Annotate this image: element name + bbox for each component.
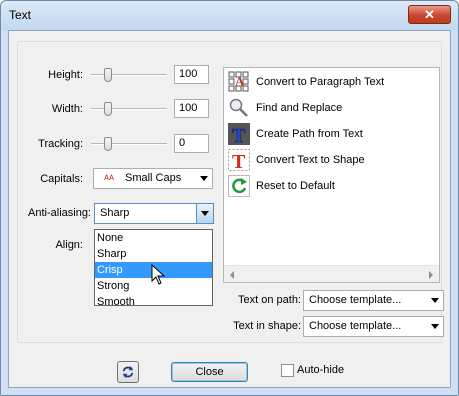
mouse-cursor-icon [151, 264, 166, 285]
svg-text:T: T [232, 151, 246, 171]
svg-text:T: T [232, 125, 246, 145]
height-slider-thumb[interactable] [104, 68, 112, 82]
autohide-checkbox[interactable] [281, 364, 294, 377]
text-in-shape-label: Text in shape: [233, 320, 301, 332]
tracking-slider[interactable] [91, 137, 167, 151]
scroll-left-icon[interactable] [230, 271, 234, 279]
tracking-slider-thumb[interactable] [104, 137, 112, 151]
tracking-input[interactable]: 0 [174, 134, 209, 153]
dropdown-option-smooth[interactable]: Smooth [95, 294, 212, 310]
chevron-down-icon [431, 298, 439, 303]
antialiasing-select[interactable]: Sharp [94, 203, 214, 224]
chevron-down-icon [431, 324, 439, 329]
command-label: Convert to Paragraph Text [256, 76, 385, 88]
capitals-label: Capitals: [40, 173, 83, 185]
antialiasing-value: Sharp [100, 207, 130, 219]
dropdown-option-none[interactable]: None [95, 230, 212, 246]
small-caps-icon: ᴀᴀ [104, 172, 114, 183]
window-title: Text [9, 8, 32, 22]
path-from-text-icon: T [228, 123, 250, 145]
text-on-path-select[interactable]: Choose template... [303, 290, 444, 311]
scroll-right-icon[interactable] [429, 271, 433, 279]
refresh-icon [122, 365, 134, 379]
close-button[interactable]: Close [171, 362, 248, 382]
width-slider[interactable] [91, 102, 167, 116]
text-on-path-value: Choose template... [309, 294, 402, 306]
window-close-button[interactable]: ✕ [408, 5, 451, 24]
dropdown-option-sharp[interactable]: Sharp [95, 246, 212, 262]
width-slider-track [91, 108, 167, 110]
chevron-down-icon [200, 176, 208, 181]
chevron-down-icon[interactable] [196, 204, 213, 223]
text-in-shape-select[interactable]: Choose template... [303, 316, 444, 337]
tracking-label: Tracking: [38, 138, 83, 150]
capitals-select[interactable]: ᴀᴀ Small Caps [93, 168, 213, 189]
svg-text:A: A [235, 74, 245, 89]
height-label: Height: [48, 69, 83, 81]
command-label: Reset to Default [256, 180, 335, 192]
text-in-shape-value: Choose template... [309, 320, 402, 332]
height-slider-track [91, 74, 167, 76]
title-bar[interactable]: Text ✕ [1, 1, 458, 30]
command-label: Find and Replace [256, 102, 343, 114]
refresh-button[interactable] [117, 361, 139, 383]
dialog-client-area: Height: 100 Width: 100 Tracking: 0 Capit… [8, 30, 451, 388]
autohide-label[interactable]: Auto-hide [297, 364, 344, 376]
antialiasing-label: Anti-aliasing: [28, 207, 91, 219]
text-dialog-window: Text ✕ Height: 100 Width: 100 Tracking: … [0, 0, 459, 396]
width-slider-thumb[interactable] [104, 102, 112, 116]
capitals-value: Small Caps [125, 172, 182, 184]
horizontal-scrollbar[interactable] [224, 265, 439, 282]
command-label: Convert Text to Shape [256, 154, 365, 166]
text-to-shape-icon: T [228, 149, 250, 171]
text-on-path-label: Text on path: [238, 294, 301, 306]
magnifier-icon [229, 98, 248, 117]
command-label: Create Path from Text [256, 128, 363, 140]
width-input[interactable]: 100 [174, 99, 209, 118]
reset-icon [228, 175, 250, 197]
align-label: Align: [55, 239, 83, 251]
paragraph-text-icon: A [228, 71, 249, 92]
width-label: Width: [51, 103, 83, 115]
command-list: A Convert to Paragraph Text Find and Rep… [223, 67, 440, 283]
tracking-slider-track [91, 143, 167, 145]
height-input[interactable]: 100 [174, 65, 209, 84]
height-slider[interactable] [91, 68, 167, 82]
